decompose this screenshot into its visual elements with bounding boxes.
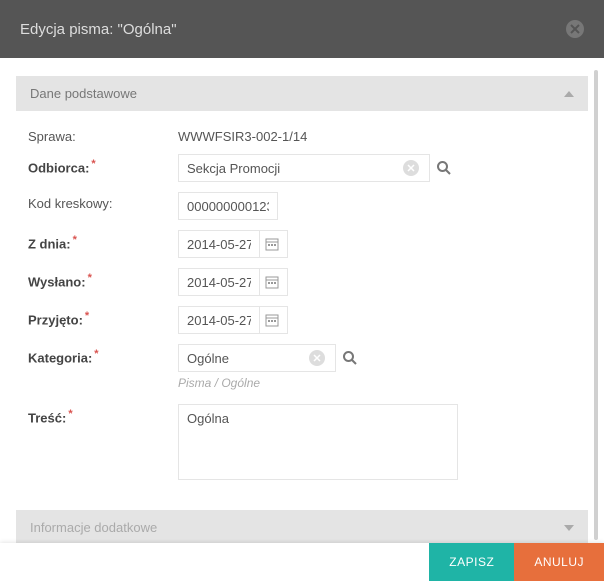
search-icon — [342, 350, 358, 366]
search-icon — [436, 160, 452, 176]
panel-extra: Informacje dodatkowe — [16, 510, 588, 545]
close-icon — [570, 24, 580, 34]
required-mark: * — [89, 158, 95, 170]
required-mark: * — [86, 272, 92, 284]
label-barcode: Kod kreskowy: — [28, 192, 178, 211]
content-textarea[interactable] — [178, 404, 458, 480]
recipient-lookup — [178, 154, 430, 182]
label-sent: Wysłano:* — [28, 268, 178, 289]
label-recipient-text: Odbiorca: — [28, 160, 89, 175]
label-category-text: Kategoria: — [28, 350, 92, 365]
recipient-input[interactable] — [179, 155, 403, 181]
category-lookup — [178, 344, 336, 372]
of-date-field — [178, 230, 288, 258]
dialog-title: Edycja pisma: "Ogólna" — [20, 21, 177, 38]
panel-extra-header[interactable]: Informacje dodatkowe — [16, 510, 588, 545]
received-input[interactable] — [179, 307, 259, 333]
label-category: Kategoria:* — [28, 344, 178, 365]
label-of-date-text: Z dnia: — [28, 236, 71, 251]
save-button[interactable]: ZAPISZ — [429, 543, 514, 581]
required-mark: * — [92, 348, 98, 360]
cancel-button[interactable]: ANULUJ — [514, 543, 604, 581]
panel-basic-header[interactable]: Dane podstawowe — [16, 76, 588, 111]
label-received-text: Przyjęto: — [28, 312, 83, 327]
category-path-hint: Pisma / Ogólne — [178, 376, 358, 390]
value-case: WWWFSIR3-002-1/14 — [178, 125, 307, 144]
panel-basic-content: Sprawa: WWWFSIR3-002-1/14 Odbiorca:* — [16, 111, 588, 500]
dialog-body: Dane podstawowe Sprawa: WWWFSIR3-002-1/1… — [0, 58, 604, 548]
calendar-icon — [265, 275, 279, 289]
of-date-input[interactable] — [179, 231, 259, 257]
row-category: Kategoria:* Pisma / O — [28, 344, 576, 390]
category-input[interactable] — [179, 345, 309, 371]
label-sent-text: Wysłano: — [28, 274, 86, 289]
chevron-up-icon — [564, 91, 574, 97]
label-case: Sprawa: — [28, 125, 178, 144]
label-content: Treść:* — [28, 404, 178, 425]
required-mark: * — [71, 234, 77, 246]
category-col: Pisma / Ogólne — [178, 344, 358, 390]
label-recipient: Odbiorca:* — [28, 154, 178, 175]
row-case: Sprawa: WWWFSIR3-002-1/14 — [28, 125, 576, 144]
panel-basic-title: Dane podstawowe — [30, 86, 137, 101]
row-sent: Wysłano:* — [28, 268, 576, 296]
required-mark: * — [83, 310, 89, 322]
received-field — [178, 306, 288, 334]
calendar-icon — [265, 313, 279, 327]
close-button[interactable] — [566, 20, 584, 38]
row-content: Treść:* — [28, 404, 576, 480]
of-date-picker-button[interactable] — [259, 231, 283, 257]
panel-extra-title: Informacje dodatkowe — [30, 520, 157, 535]
chevron-down-icon — [564, 525, 574, 531]
recipient-field-wrap — [178, 154, 452, 182]
received-picker-button[interactable] — [259, 307, 283, 333]
clear-icon — [407, 164, 415, 172]
dialog-footer: ZAPISZ ANULUJ — [0, 543, 604, 581]
recipient-search-button[interactable] — [436, 160, 452, 176]
label-received: Przyjęto:* — [28, 306, 178, 327]
row-barcode: Kod kreskowy: — [28, 192, 576, 220]
required-mark: * — [66, 408, 72, 420]
row-recipient: Odbiorca:* — [28, 154, 576, 182]
calendar-icon — [265, 237, 279, 251]
category-clear-button[interactable] — [309, 350, 325, 366]
category-search-button[interactable] — [342, 350, 358, 366]
category-field-wrap — [178, 344, 358, 372]
panel-basic: Dane podstawowe Sprawa: WWWFSIR3-002-1/1… — [16, 76, 588, 500]
label-of-date: Z dnia:* — [28, 230, 178, 251]
dialog-header: Edycja pisma: "Ogólna" — [0, 0, 604, 58]
sent-picker-button[interactable] — [259, 269, 283, 295]
sent-input[interactable] — [179, 269, 259, 295]
barcode-input[interactable] — [178, 192, 278, 220]
scrollbar[interactable] — [594, 70, 598, 540]
row-of-date: Z dnia:* — [28, 230, 576, 258]
recipient-clear-button[interactable] — [403, 160, 419, 176]
label-content-text: Treść: — [28, 410, 66, 425]
clear-icon — [313, 354, 321, 362]
row-received: Przyjęto:* — [28, 306, 576, 334]
sent-field — [178, 268, 288, 296]
